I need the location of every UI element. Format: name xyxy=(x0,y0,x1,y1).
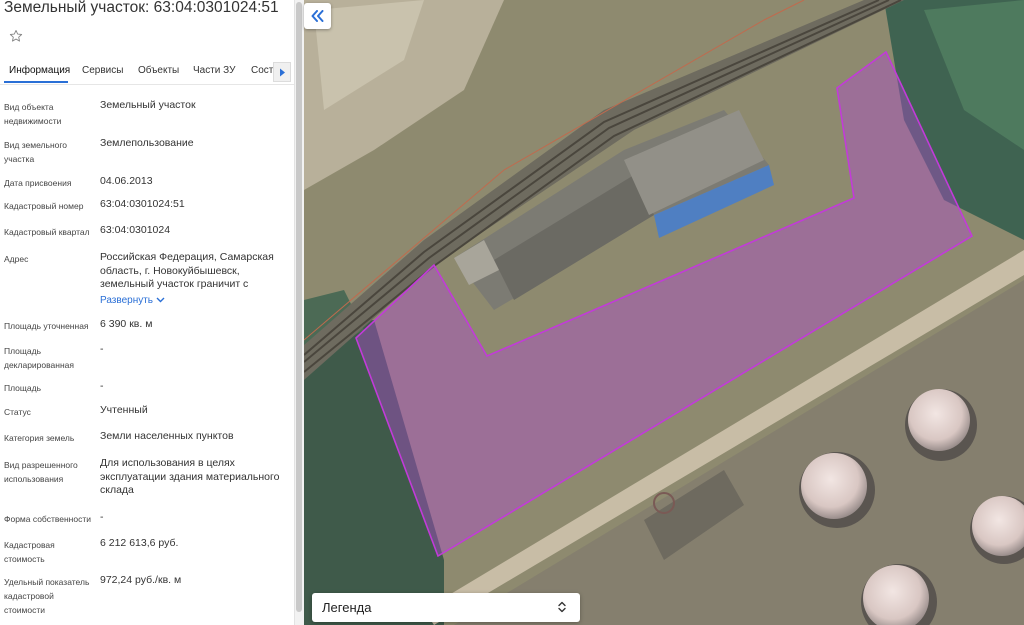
label-parcel-type: Вид земельного участка xyxy=(4,140,68,164)
label-assign-date: Дата присвоения xyxy=(4,178,72,188)
info-panel: Земельный участок: 63:04:0301024:51 Инфо… xyxy=(0,0,294,625)
value-land-category: Земли населенных пунктов xyxy=(100,430,234,442)
double-chevron-left-icon xyxy=(311,10,324,22)
value-area: - xyxy=(100,380,104,392)
label-object-type: Вид объекта недвижимости xyxy=(4,102,62,126)
map-imagery xyxy=(304,0,1024,625)
value-address: Российская Федерация, Самарская область,… xyxy=(100,251,274,290)
label-cadastral-value: Кадастровая стоимость xyxy=(4,540,55,564)
chevron-right-icon xyxy=(280,68,285,77)
label-cadastral-number: Кадастровый номер xyxy=(4,201,84,211)
tab-objects[interactable]: Объекты xyxy=(138,65,179,76)
tab-services[interactable]: Сервисы xyxy=(82,65,123,76)
tab-info[interactable]: Информация xyxy=(9,65,70,76)
scrollbar-thumb[interactable] xyxy=(296,2,302,612)
legend-label: Легенда xyxy=(322,600,372,615)
value-cadastral-number: 63:04:0301024:51 xyxy=(100,198,185,210)
tab-bar: Информация Сервисы Объекты Части ЗУ Сост… xyxy=(0,62,294,85)
label-land-category: Категория земель xyxy=(4,433,75,443)
label-status: Статус xyxy=(4,407,31,417)
label-area: Площадь xyxy=(4,383,42,393)
page-title: Земельный участок: 63:04:0301024:51 xyxy=(4,0,279,16)
label-area-specified: Площадь уточненная xyxy=(4,321,89,331)
value-ownership: - xyxy=(100,511,104,523)
expand-address-link[interactable]: Развернуть xyxy=(100,295,165,306)
label-permitted-use: Вид разрешенного использования xyxy=(4,460,78,484)
tab-parts[interactable]: Части ЗУ xyxy=(193,65,235,76)
value-parcel-type: Землепользование xyxy=(100,137,194,149)
value-unit-value: 972,24 руб./кв. м xyxy=(100,574,182,586)
label-ownership: Форма собственности xyxy=(4,514,91,524)
star-icon[interactable] xyxy=(9,29,23,45)
value-area-declared: - xyxy=(100,343,104,355)
value-permitted-use: Для использования в целях эксплуатации з… xyxy=(100,457,280,496)
value-status: Учтенный xyxy=(100,404,148,416)
value-area-specified: 6 390 кв. м xyxy=(100,318,153,330)
tabs-scroll-button[interactable] xyxy=(273,62,291,82)
label-address: Адрес xyxy=(4,254,29,264)
expand-address-label: Развернуть xyxy=(100,295,154,306)
label-cadastral-quarter: Кадастровый квартал xyxy=(4,227,90,237)
up-down-chevron-icon xyxy=(558,601,566,613)
value-assign-date: 04.06.2013 xyxy=(100,175,153,187)
satellite-map[interactable] xyxy=(304,0,1024,625)
chevron-down-icon xyxy=(156,297,165,303)
legend-dropdown[interactable]: Легенда xyxy=(312,593,580,622)
value-cadastral-quarter: 63:04:0301024 xyxy=(100,224,171,236)
value-cadastral-value: 6 212 613,6 руб. xyxy=(100,537,179,549)
value-object-type: Земельный участок xyxy=(100,99,196,111)
label-unit-value: Удельный показатель кадастровой стоимост… xyxy=(4,577,90,615)
label-area-declared: Площадь декларированная xyxy=(4,346,74,370)
collapse-panel-button[interactable] xyxy=(304,3,331,29)
active-tab-indicator xyxy=(4,81,68,83)
